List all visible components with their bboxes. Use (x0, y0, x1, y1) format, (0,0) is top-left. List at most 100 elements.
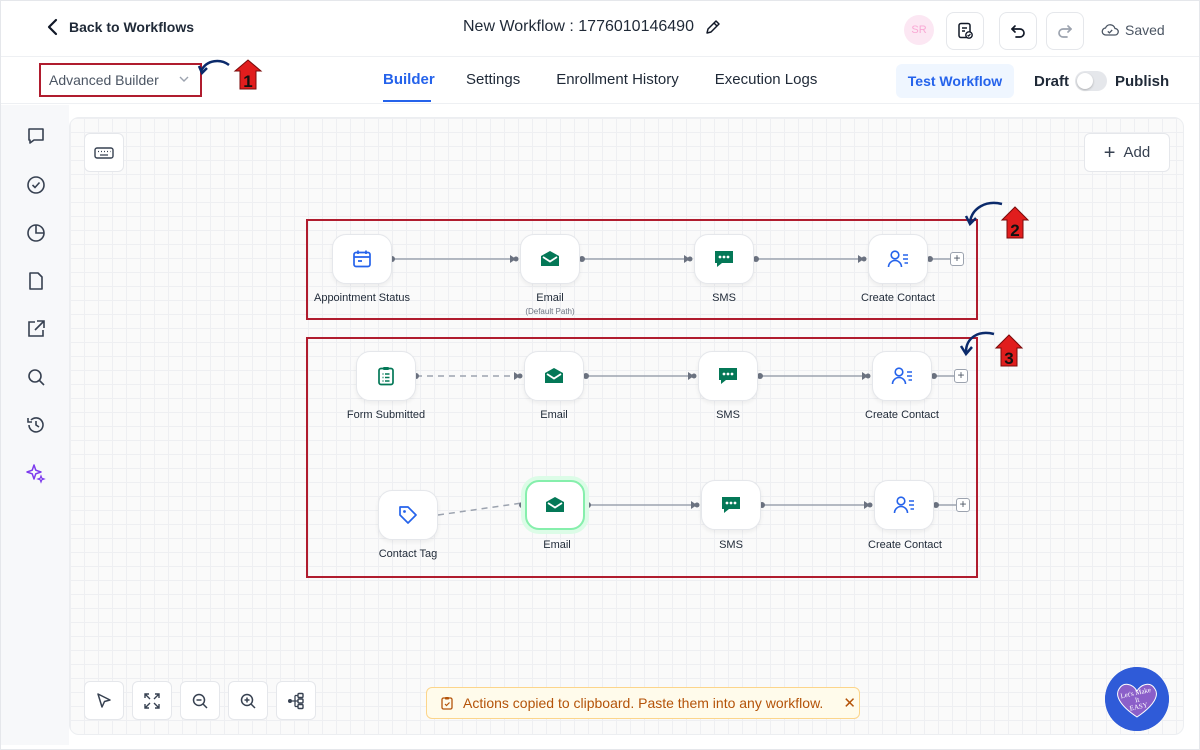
external-link-icon[interactable] (25, 318, 47, 340)
sms-icon (715, 251, 733, 267)
email-icon (546, 497, 564, 512)
top-bar: Back to Workflows New Workflow : 1776010… (1, 1, 1199, 57)
action-node-email[interactable] (520, 234, 580, 284)
annotation-badge-3: 3 (959, 331, 1024, 368)
left-rail (1, 105, 69, 745)
back-to-workflows-link[interactable]: Back to Workflows (45, 17, 194, 37)
history-icon[interactable] (25, 414, 47, 436)
chevron-left-icon (47, 18, 58, 36)
zoom-in-icon (240, 693, 256, 709)
logs-button[interactable] (946, 12, 984, 50)
auto-layout-button[interactable] (276, 681, 316, 720)
trigger-node-form-submitted[interactable] (356, 351, 416, 401)
draft-label: Draft (1034, 73, 1070, 90)
close-icon[interactable]: ✕ (843, 694, 856, 712)
clipboard-icon (378, 367, 394, 386)
watermark-logo: Let's Make It EASY (1105, 667, 1169, 731)
chevron-down-icon (179, 76, 189, 82)
search-icon[interactable] (25, 366, 47, 388)
node-label: Form Submitted (346, 409, 426, 421)
annotation-2-label: 2 (1010, 221, 1019, 240)
action-node-email[interactable] (524, 351, 584, 401)
user-list-icon (893, 496, 914, 514)
node-label: SMS (719, 539, 743, 551)
email-icon (545, 368, 563, 383)
action-node-sms[interactable] (701, 480, 761, 530)
tab-builder[interactable]: Builder (383, 58, 435, 104)
check-circle-icon[interactable] (25, 174, 47, 196)
chat-icon[interactable] (25, 125, 47, 147)
tab-bar: Builder Settings Enrollment History Exec… (383, 58, 817, 104)
sms-icon (722, 497, 740, 513)
toast-message: Actions copied to clipboard. Paste them … (463, 695, 824, 711)
sparkles-icon[interactable] (25, 462, 47, 484)
builder-mode-value: Advanced Builder (49, 72, 159, 88)
annotation-badge-1: 1 (197, 59, 263, 91)
node-label: Email (543, 539, 571, 551)
zoom-out-button[interactable] (180, 681, 220, 720)
undo-button[interactable] (999, 12, 1037, 50)
cursor-icon (97, 692, 111, 708)
add-step-button[interactable]: + (956, 498, 970, 512)
action-node-create-contact[interactable] (872, 351, 932, 401)
test-workflow-button[interactable]: Test Workflow (896, 64, 1014, 98)
fit-view-button[interactable] (132, 681, 172, 720)
trigger-node-appointment-status[interactable] (332, 234, 392, 284)
select-tool-button[interactable] (84, 681, 124, 720)
node-sub-label: (Default Path) (525, 307, 575, 316)
zoom-in-button[interactable] (228, 681, 268, 720)
tab-execution-logs[interactable]: Execution Logs (715, 58, 818, 104)
calendar-icon (353, 250, 371, 268)
publish-toggle[interactable] (1075, 71, 1107, 91)
pie-chart-icon[interactable] (25, 222, 47, 244)
node-label: SMS (716, 409, 740, 421)
clipboard-icon (441, 697, 453, 710)
tree-layout-icon (288, 692, 304, 709)
add-step-button[interactable]: + (950, 252, 964, 266)
sub-bar: Advanced Builder 1 Builder Settings Enro… (1, 58, 1199, 104)
pencil-icon[interactable] (704, 18, 722, 36)
saved-label: Saved (1125, 22, 1165, 38)
tab-enrollment-history[interactable]: Enrollment History (556, 58, 679, 104)
expand-icon (144, 692, 160, 709)
undo-icon (1011, 25, 1025, 38)
avatar[interactable]: SR (904, 15, 934, 45)
zoom-out-icon (192, 693, 208, 709)
trigger-node-contact-tag[interactable] (378, 490, 438, 540)
tag-icon (399, 506, 417, 524)
workflow-title: New Workflow : 1776010146490 (463, 18, 722, 36)
cloud-check-icon (1101, 24, 1119, 36)
document-icon[interactable] (25, 270, 47, 292)
user-list-icon (887, 250, 908, 268)
email-icon (541, 251, 559, 266)
annotation-3-label: 3 (1004, 349, 1013, 368)
node-label: Create Contact (865, 409, 939, 421)
document-check-icon (958, 22, 973, 39)
sms-icon (719, 368, 737, 384)
node-label: Email (540, 409, 568, 421)
user-list-icon (891, 367, 912, 385)
app-window: Back to Workflows New Workflow : 1776010… (0, 0, 1200, 750)
action-node-email-selected[interactable] (525, 480, 585, 530)
back-label: Back to Workflows (69, 19, 194, 35)
annotation-1-label: 1 (243, 72, 252, 91)
action-node-sms[interactable] (694, 234, 754, 284)
workflow-canvas[interactable]: + Add 2 3 Appointment Status Email (Defa… (69, 117, 1184, 735)
action-node-create-contact[interactable] (874, 480, 934, 530)
publish-label: Publish (1115, 73, 1170, 90)
builder-mode-select[interactable]: Advanced Builder (39, 63, 202, 97)
node-label: SMS (712, 292, 736, 304)
clipboard-toast: Actions copied to clipboard. Paste them … (426, 687, 860, 719)
workflow-title-text: New Workflow : 1776010146490 (463, 18, 694, 35)
redo-button[interactable] (1046, 12, 1084, 50)
node-label: Create Contact (868, 539, 942, 551)
add-step-button[interactable]: + (954, 369, 968, 383)
action-node-sms[interactable] (698, 351, 758, 401)
annotation-badge-2: 2 (964, 201, 1030, 240)
redo-icon (1058, 25, 1072, 38)
node-label: Create Contact (861, 292, 935, 304)
save-status: Saved (1101, 22, 1165, 38)
action-node-create-contact[interactable] (868, 234, 928, 284)
tab-settings[interactable]: Settings (466, 58, 520, 104)
node-label: Email (536, 292, 564, 304)
